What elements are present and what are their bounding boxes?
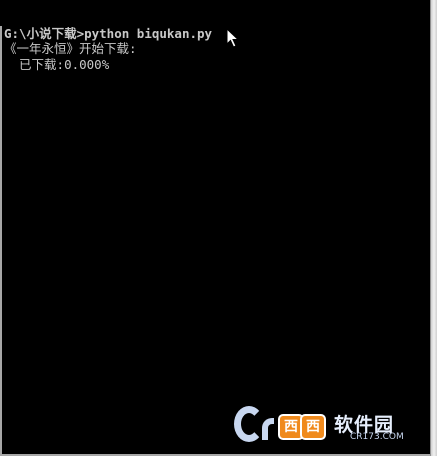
watermark-url: CR173.COM — [350, 432, 404, 442]
cr173-watermark: 西 西 软件园 CR173.COM — [234, 404, 424, 446]
download-start-line: 《一年永恒》开始下载: — [4, 41, 137, 56]
download-progress-line: 已下载:0.000% — [4, 57, 110, 72]
watermark-badge: 西 — [300, 414, 326, 440]
prompt-text: G:\小说下载> — [4, 26, 85, 41]
console-window: G:\小说下载>python biqukan.py 《一年永恒》开始下载: 已下… — [0, 0, 437, 456]
command-line: G:\小说下载>python biqukan.py — [4, 26, 212, 41]
mouse-cursor-icon — [226, 28, 240, 48]
command-text: python biqukan.py — [84, 26, 213, 41]
cr173-logo — [234, 406, 264, 442]
console-output-area[interactable] — [2, 26, 430, 454]
console-top-area — [0, 0, 437, 26]
cr173-logo-r — [262, 418, 274, 440]
vertical-scrollbar[interactable] — [430, 0, 437, 456]
